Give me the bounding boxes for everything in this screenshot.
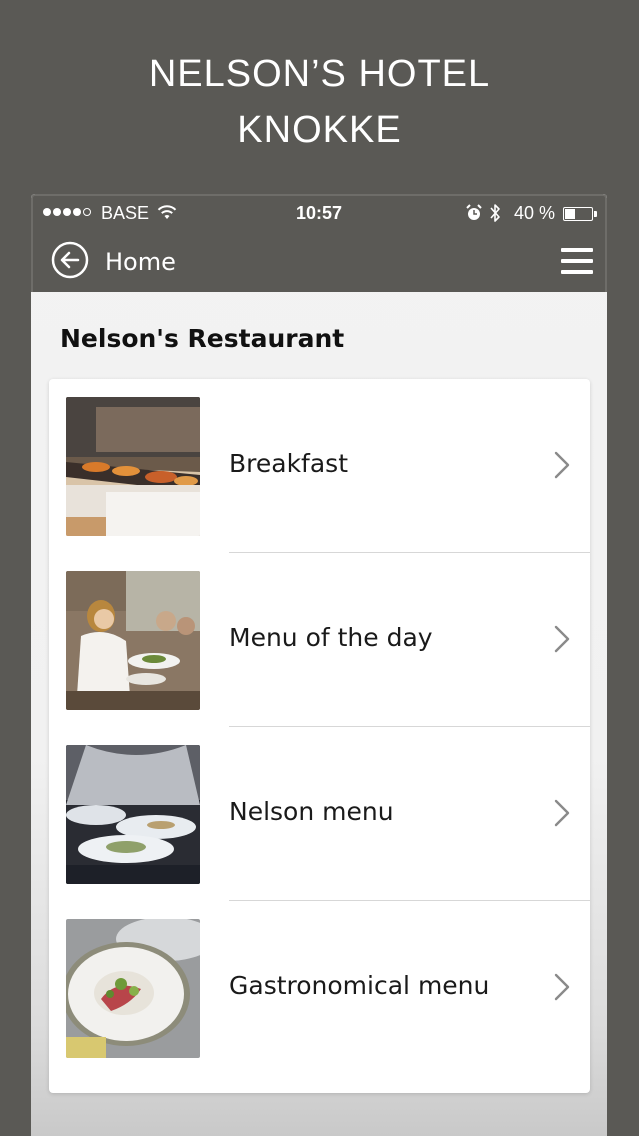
status-bar: BASE 10:57 40 %	[33, 196, 605, 232]
list-item-gastronomical-menu[interactable]: Gastronomical menu	[49, 901, 590, 1075]
chefs-plating-photo	[66, 745, 200, 884]
back-arrow-circle-icon	[51, 241, 89, 283]
battery-icon	[563, 207, 597, 221]
chevron-right-icon	[554, 799, 570, 827]
list-item-label: Breakfast	[229, 449, 349, 478]
app-header: BASE 10:57 40 % Home	[31, 194, 607, 292]
bluetooth-icon	[489, 202, 501, 229]
list-item-label: Gastronomical menu	[229, 971, 490, 1000]
gourmet-plate-photo	[66, 919, 200, 1058]
back-button[interactable]: Home	[51, 241, 176, 283]
alarm-icon	[466, 204, 482, 227]
list-item-label: Menu of the day	[229, 623, 433, 652]
chevron-right-icon	[554, 973, 570, 1001]
hamburger-menu-icon[interactable]	[561, 248, 593, 274]
chevron-right-icon	[554, 451, 570, 479]
restaurant-menu-list: Breakfast Menu of the day Nelson menu Ga…	[49, 379, 590, 1093]
waitress-serving-photo	[66, 571, 200, 710]
nav-bar: Home	[33, 236, 605, 292]
back-button-label: Home	[105, 248, 176, 276]
section-title: Nelson's Restaurant	[60, 324, 345, 353]
battery-percent: 40 %	[514, 203, 556, 223]
battery-fill	[565, 209, 575, 219]
promo-title: NELSON’S HOTEL KNOKKE	[0, 46, 639, 158]
chevron-right-icon	[554, 625, 570, 653]
promo-title-line-1: NELSON’S HOTEL	[148, 53, 491, 95]
breakfast-buffet-photo	[66, 397, 200, 536]
phone-screen: BASE 10:57 40 % Home Nelson's Restaurant…	[31, 194, 607, 1136]
list-item-label: Nelson menu	[229, 797, 394, 826]
list-item-menu-of-the-day[interactable]: Menu of the day	[49, 553, 590, 727]
list-item-nelson-menu[interactable]: Nelson menu	[49, 727, 590, 901]
list-item-breakfast[interactable]: Breakfast	[49, 379, 590, 553]
promo-title-line-2: KNOKKE	[237, 109, 402, 151]
